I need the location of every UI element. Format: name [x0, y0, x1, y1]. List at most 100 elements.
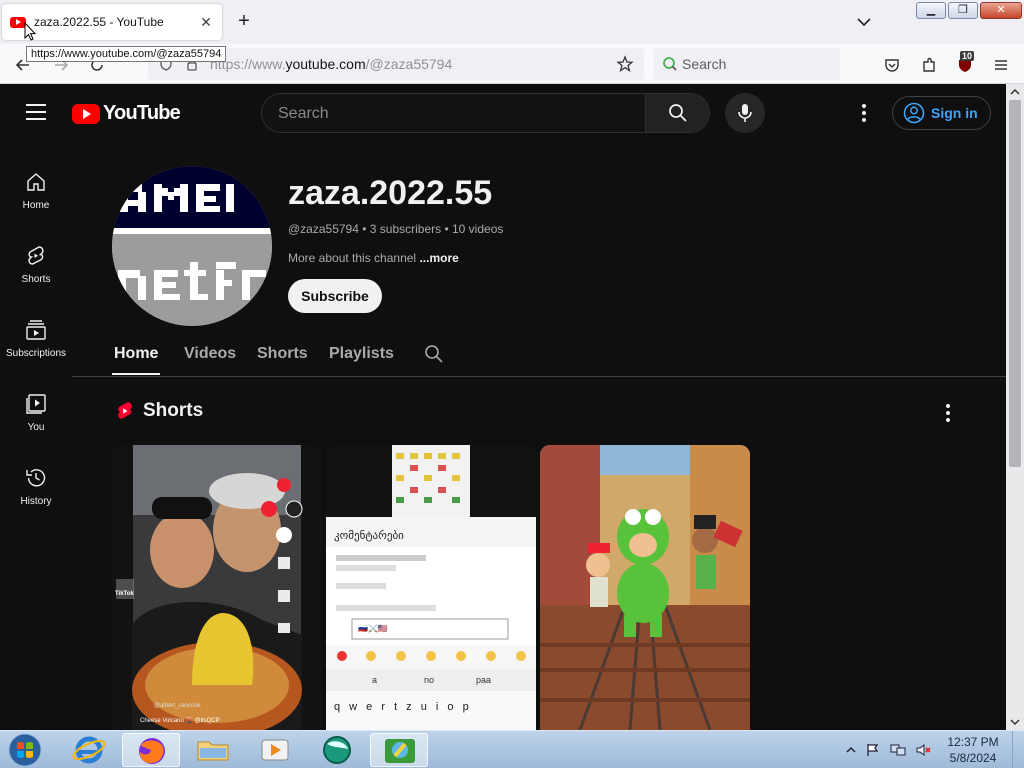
scroll-up-icon[interactable] — [1010, 87, 1020, 97]
subscribe-button[interactable]: Subscribe — [288, 279, 382, 313]
search-icon — [669, 104, 687, 122]
start-button-icon[interactable] — [6, 732, 44, 768]
short-3-image — [540, 445, 750, 730]
clock-time: 12:37 PM — [947, 735, 999, 749]
guide-item-home[interactable]: Home — [0, 158, 72, 218]
guide-item-shorts[interactable]: Shorts — [0, 232, 72, 292]
channel-meta: @zaza55794 • 3 subscribers • 10 videos — [288, 222, 504, 236]
link-tooltip: https://www.youtube.com/@zaza55794 — [26, 46, 227, 62]
list-all-tabs-button[interactable] — [854, 12, 874, 32]
guide-item-you[interactable]: You — [0, 380, 72, 440]
taskbar-file-explorer[interactable] — [184, 733, 242, 767]
browser-search-bar[interactable]: Search — [654, 48, 840, 80]
media-player-icon — [261, 739, 289, 761]
extension-badge: 10 — [960, 51, 975, 61]
short-2-suggestion-2: no — [424, 675, 435, 685]
youtube-masthead: YouTube Search Sign in — [0, 84, 1006, 142]
more-link[interactable]: ...more — [419, 251, 458, 265]
short-2-input: 🇷🇺⚔️🇺🇸 — [358, 624, 388, 633]
scrollbar-thumb[interactable] — [1009, 100, 1021, 467]
short-2-suggestion-1: a — [372, 675, 378, 685]
shorts-icon — [28, 246, 44, 265]
folder-icon — [197, 741, 229, 761]
search-engine-icon — [663, 57, 677, 71]
mouse-cursor-icon — [24, 22, 36, 41]
guide-item-history[interactable]: History — [0, 454, 72, 514]
youtube-play-icon — [72, 103, 100, 124]
tab-title: zaza.2022.55 - YouTube — [34, 15, 164, 29]
avatar-image — [112, 166, 272, 326]
minimize-button[interactable]: ▁ — [916, 2, 946, 19]
system-tray — [846, 742, 932, 758]
tab-shorts[interactable]: Shorts — [257, 345, 308, 363]
globe-app-icon — [323, 736, 351, 764]
firefox-icon — [139, 738, 165, 764]
window-close-button[interactable]: ✕ — [980, 2, 1022, 19]
short-2-suggestion-3: paa — [476, 675, 492, 685]
short-2-keyboard-row: q w e r t z u i o p — [334, 701, 469, 713]
short-thumbnail-3[interactable] — [540, 445, 750, 730]
shelf-more-icon[interactable] — [944, 404, 952, 422]
short-thumbnail-2[interactable]: კომენტარები 🇷🇺⚔️🇺🇸 a no paa q w e r t z … — [326, 445, 536, 730]
clock-date: 5/8/2024 — [949, 751, 997, 765]
tab-playlists[interactable]: Playlists — [329, 345, 394, 363]
voice-search-button[interactable] — [725, 93, 765, 133]
youtube-logo[interactable]: YouTube — [72, 102, 181, 125]
youtube-search-input[interactable]: Search — [278, 105, 329, 123]
tab-close-icon[interactable]: ✕ — [198, 14, 214, 31]
youtube-search-button[interactable] — [645, 94, 709, 132]
tray-expand-icon[interactable] — [846, 745, 856, 755]
pocket-icon[interactable] — [883, 56, 901, 74]
scroll-down-icon[interactable] — [1010, 717, 1020, 727]
channel-about-link[interactable]: More about this channel ...more — [288, 251, 459, 265]
short-2-header: კომენტარები — [334, 530, 404, 542]
url-text: https://www.youtube.com/@zaza55794 — [210, 56, 453, 72]
windows-taskbar: 12:37 PM 5/8/2024 — [0, 730, 1024, 768]
short-1-caption: Cheese Volcano 🌋 @itsQCP — [140, 718, 220, 724]
home-icon — [27, 173, 45, 191]
app-menu-icon[interactable] — [992, 56, 1010, 74]
guide-menu-icon[interactable] — [26, 104, 46, 120]
download-manager-icon — [385, 739, 415, 763]
network-icon[interactable] — [890, 743, 906, 757]
tab-home[interactable]: Home — [114, 345, 158, 363]
short-1-user: @albert_cancook — [154, 703, 201, 709]
history-icon — [26, 469, 46, 487]
show-desktop-button[interactable] — [1012, 731, 1024, 768]
subscriptions-icon — [26, 320, 46, 340]
youtube-search-box[interactable]: Search — [261, 93, 710, 133]
taskbar-download-manager[interactable] — [370, 733, 428, 767]
taskbar-clock[interactable]: 12:37 PM 5/8/2024 — [945, 734, 1001, 766]
extensions-icon[interactable] — [920, 56, 938, 74]
active-tab-indicator — [112, 373, 160, 375]
account-circle-icon — [903, 102, 925, 124]
guide-item-subscriptions[interactable]: Subscriptions — [0, 306, 72, 366]
taskbar-internet-explorer[interactable] — [60, 733, 118, 767]
short-thumbnail-1[interactable]: TikTok @albert_cancook Cheese Volcano 🌋 … — [112, 445, 322, 730]
page-scrollbar[interactable] — [1006, 84, 1024, 730]
shorts-logo-icon — [118, 402, 132, 419]
restore-button[interactable]: ❐ — [948, 2, 978, 19]
channel-avatar[interactable] — [112, 166, 272, 326]
you-icon — [26, 394, 46, 414]
short-1-image — [112, 445, 322, 730]
browser-search-placeholder: Search — [682, 56, 727, 72]
channel-name: zaza.2022.55 — [288, 174, 493, 212]
bookmark-star-icon[interactable] — [616, 55, 634, 73]
microphone-icon — [738, 104, 752, 122]
tiktok-watermark: TikTok — [115, 591, 134, 597]
short-2-image — [326, 445, 536, 730]
tab-videos[interactable]: Videos — [184, 345, 236, 363]
channel-search-icon[interactable] — [424, 344, 444, 364]
settings-more-icon[interactable] — [860, 104, 868, 122]
action-center-flag-icon[interactable] — [866, 743, 880, 757]
volume-muted-icon[interactable] — [916, 743, 932, 757]
internet-explorer-icon — [72, 736, 106, 764]
taskbar-media-player[interactable] — [246, 733, 304, 767]
new-tab-button[interactable]: + — [234, 10, 254, 32]
taskbar-firefox[interactable] — [122, 733, 180, 767]
browser-tab-strip: zaza.2022.55 - YouTube ✕ + ▁ ❐ ✕ — [0, 0, 1024, 44]
taskbar-app-globe[interactable] — [308, 733, 366, 767]
sign-in-button[interactable]: Sign in — [892, 96, 991, 130]
tabs-divider — [72, 376, 1006, 377]
